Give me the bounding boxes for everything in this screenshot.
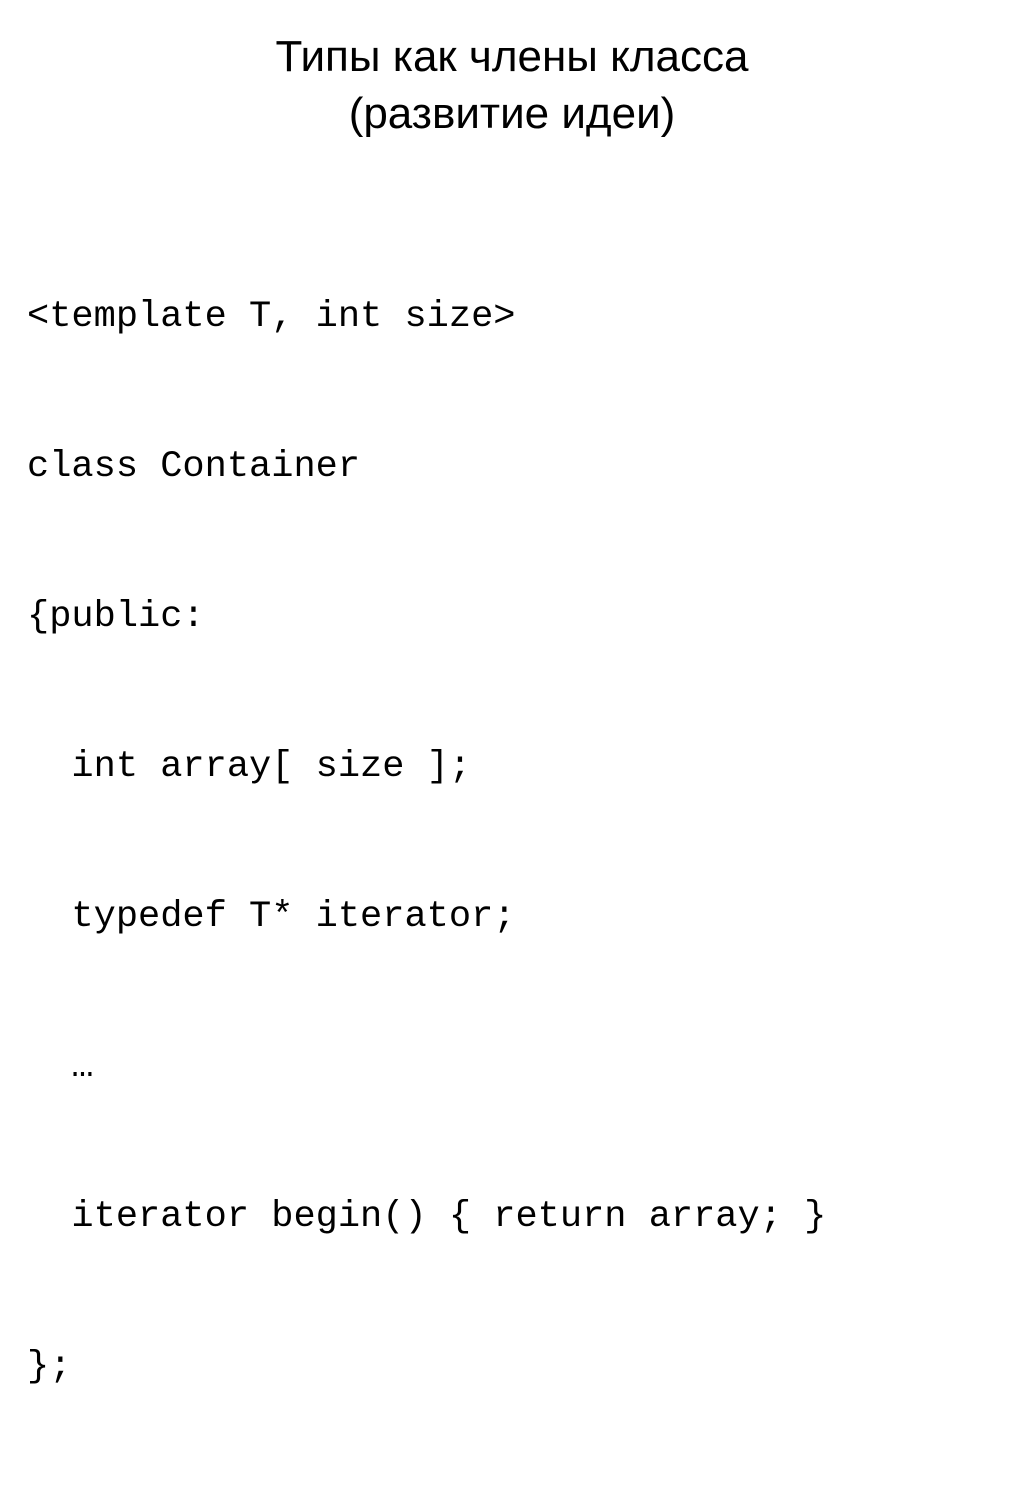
- page-title: Типы как члены класса (развитие идеи): [0, 28, 1024, 142]
- code-line: iterator begin() { return array; }: [27, 1196, 827, 1238]
- code-line: typedef T* iterator;: [27, 896, 516, 938]
- code-block: <template T, int size> class Container {…: [27, 192, 997, 1492]
- code-line-ellipsis: …: [27, 1046, 94, 1088]
- slide-canvas: Типы как члены класса (развитие идеи) <t…: [0, 0, 1024, 1388]
- page-title-line-1: Типы как члены класса: [275, 32, 749, 81]
- code-line: class Container: [27, 446, 361, 488]
- page-title-line-2: (развитие идеи): [348, 89, 676, 138]
- code-line: <template T, int size>: [27, 296, 516, 338]
- code-line: int array[ size ];: [27, 746, 472, 788]
- code-line: };: [27, 1346, 72, 1388]
- code-line: {public:: [27, 596, 205, 638]
